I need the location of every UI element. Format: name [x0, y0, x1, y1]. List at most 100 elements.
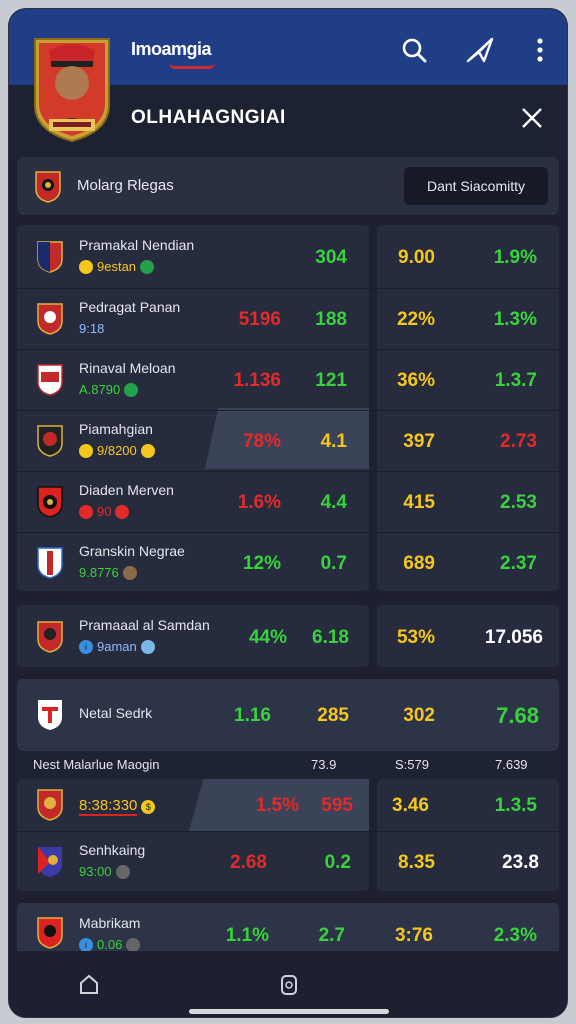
table-row[interactable]: 8:38:330 $ 1.5% 595 3.46 1.3.5 [9, 775, 567, 835]
team-name: Pramaaal al Samdan [79, 617, 210, 633]
stat-col-2: 0.7 [320, 553, 347, 574]
team-sub-value: 0.06 [97, 937, 123, 952]
stat-col-4: 1.3% [493, 309, 537, 330]
team-name: Granskin Negrae [79, 543, 185, 559]
badge-icon [124, 382, 139, 397]
status-icon [79, 443, 93, 458]
team-crest-icon [35, 423, 65, 457]
stat-col-2: 0.2 [324, 852, 351, 873]
team-name: Pramakal Nendian [79, 237, 195, 253]
table-row[interactable]: Pedragat Panan 9:18 5196 188 22% 1.3% [9, 288, 567, 348]
team-crest-icon [35, 697, 65, 731]
table-row[interactable]: Diaden Merven 90 1.6% 4.4 415 2.53 [9, 471, 567, 531]
team-crest-icon [35, 915, 65, 949]
team-crest-icon [35, 362, 65, 396]
status-icon [79, 259, 93, 274]
stat-col-2: 285 [317, 705, 349, 726]
stat-col-3: 302 [403, 705, 435, 726]
stat-col-3: 3:76 [394, 925, 433, 946]
team-sub: i 0.06 [79, 937, 141, 952]
team-crest-icon [35, 301, 65, 335]
team-sub-value: 9:18 [79, 321, 105, 336]
avatar[interactable] [31, 31, 113, 143]
stat-col-3: 53% [396, 627, 435, 648]
stat-col-3: 3.46 [392, 795, 429, 816]
team-sub: 93:00 [79, 864, 130, 879]
search-icon[interactable] [397, 33, 431, 67]
section-row[interactable]: Netal Sedrk 1.16 285 302 7.68 [9, 685, 567, 745]
stat-col-3: 397 [403, 431, 435, 452]
stat-col-1: 1.1% [225, 925, 269, 946]
stat-col-4: 1.3.5 [494, 795, 537, 816]
table-row[interactable]: Piamahgian 9/8200 78% 4.1 397 2.73 [9, 410, 567, 470]
stat-col-4: 1.9% [493, 247, 537, 268]
status-icon [79, 504, 93, 519]
stat-col-2: 595 [321, 795, 353, 816]
badge-icon [122, 565, 137, 580]
info-icon: i [79, 639, 93, 654]
team-crest-icon [35, 545, 65, 579]
table-row[interactable]: Granskin Negrae 9.8776 12% 0.7 689 2.37 [9, 532, 567, 592]
stat-col-4: 2.73 [500, 431, 537, 452]
stat-col-3: 22% [396, 309, 435, 330]
stat-col-3: 415 [403, 492, 435, 513]
info-icon: i [79, 937, 93, 952]
bottom-navigation [9, 951, 567, 1017]
team-name: Netal Sedrk [79, 705, 153, 721]
close-icon[interactable] [515, 101, 549, 135]
badge-icon [140, 443, 155, 458]
table-row[interactable]: Rinaval Meloan A.8790 1.136 121 36% 1.3.… [9, 349, 567, 409]
filter-label: Molarg Rlegas [77, 177, 174, 194]
home-icon[interactable] [277, 973, 301, 1002]
team-crest-icon [35, 484, 65, 518]
brand-swoosh-icon [169, 63, 215, 69]
table-row[interactable]: Senhkaing 93:00 2.68 0.2 8.35 23.8 [9, 831, 567, 891]
team-crest-icon [35, 239, 65, 273]
team-sub-value: 9.8776 [79, 565, 119, 580]
badge-icon [115, 864, 130, 879]
stat-col-4: 1.3.7 [494, 370, 537, 391]
team-sub-value: A.8790 [79, 382, 121, 397]
team-sub: 9.8776 [79, 565, 137, 580]
stat-col-3: 689 [403, 553, 435, 574]
back-icon[interactable] [77, 973, 101, 1002]
badge-icon [126, 937, 141, 952]
team-name: Mabrikam [79, 915, 141, 931]
team-sub: 90 [79, 504, 130, 519]
stat-col-3: 8.35 [398, 852, 435, 873]
team-sub-value: 9/8200 [97, 443, 137, 458]
table-row[interactable]: Pramakal Nendian 9estan 304 9.00 1.9% [9, 227, 567, 287]
team-sub-value: 9estan [97, 259, 137, 274]
team-sub-value: 93:00 [79, 864, 112, 879]
badge-icon [140, 259, 155, 274]
team-sub-value: 8:38:330 [79, 797, 138, 816]
filter-button[interactable]: Dant Siacomitty [403, 166, 549, 206]
more-icon[interactable] [523, 33, 557, 67]
subheader-label: Nest Malarlue Maogin [33, 757, 160, 772]
team-name: Piamahgian [79, 421, 153, 437]
summary-row[interactable]: Pramaaal al Samdan i 9aman 44% 6.18 53% … [9, 607, 567, 667]
team-name: Pedragat Panan [79, 299, 181, 315]
subheader-col-2: 73.9 [311, 757, 337, 772]
stat-col-4: 2.53 [500, 492, 537, 513]
stat-col-4: 7.68 [496, 703, 539, 728]
team-sub: 9estan [79, 259, 155, 274]
stat-col-2: 121 [315, 370, 347, 391]
stat-col-4: 2.3% [493, 925, 537, 946]
stat-col-2: 4.4 [320, 492, 347, 513]
home-indicator[interactable] [189, 1009, 389, 1014]
stat-col-4: 17.056 [484, 627, 543, 648]
team-name: Senhkaing [79, 842, 146, 858]
brand-name: Imoamgia [131, 39, 212, 59]
stat-col-1: 1.16 [234, 705, 271, 726]
team-sub-value: 90 [97, 504, 112, 519]
filter-bar: Molarg Rlegas Dant Siacomitty [17, 157, 559, 215]
stat-col-4: 2.37 [500, 553, 537, 574]
team-sub: 8:38:330 $ [79, 797, 156, 816]
stat-col-2: 304 [315, 247, 347, 268]
send-icon[interactable] [463, 33, 497, 67]
badge-icon [140, 639, 155, 654]
stat-col-2: 188 [315, 309, 347, 330]
page-title: OLHAHAGNGIAI [131, 107, 286, 128]
team-sub: i 9aman [79, 639, 155, 654]
